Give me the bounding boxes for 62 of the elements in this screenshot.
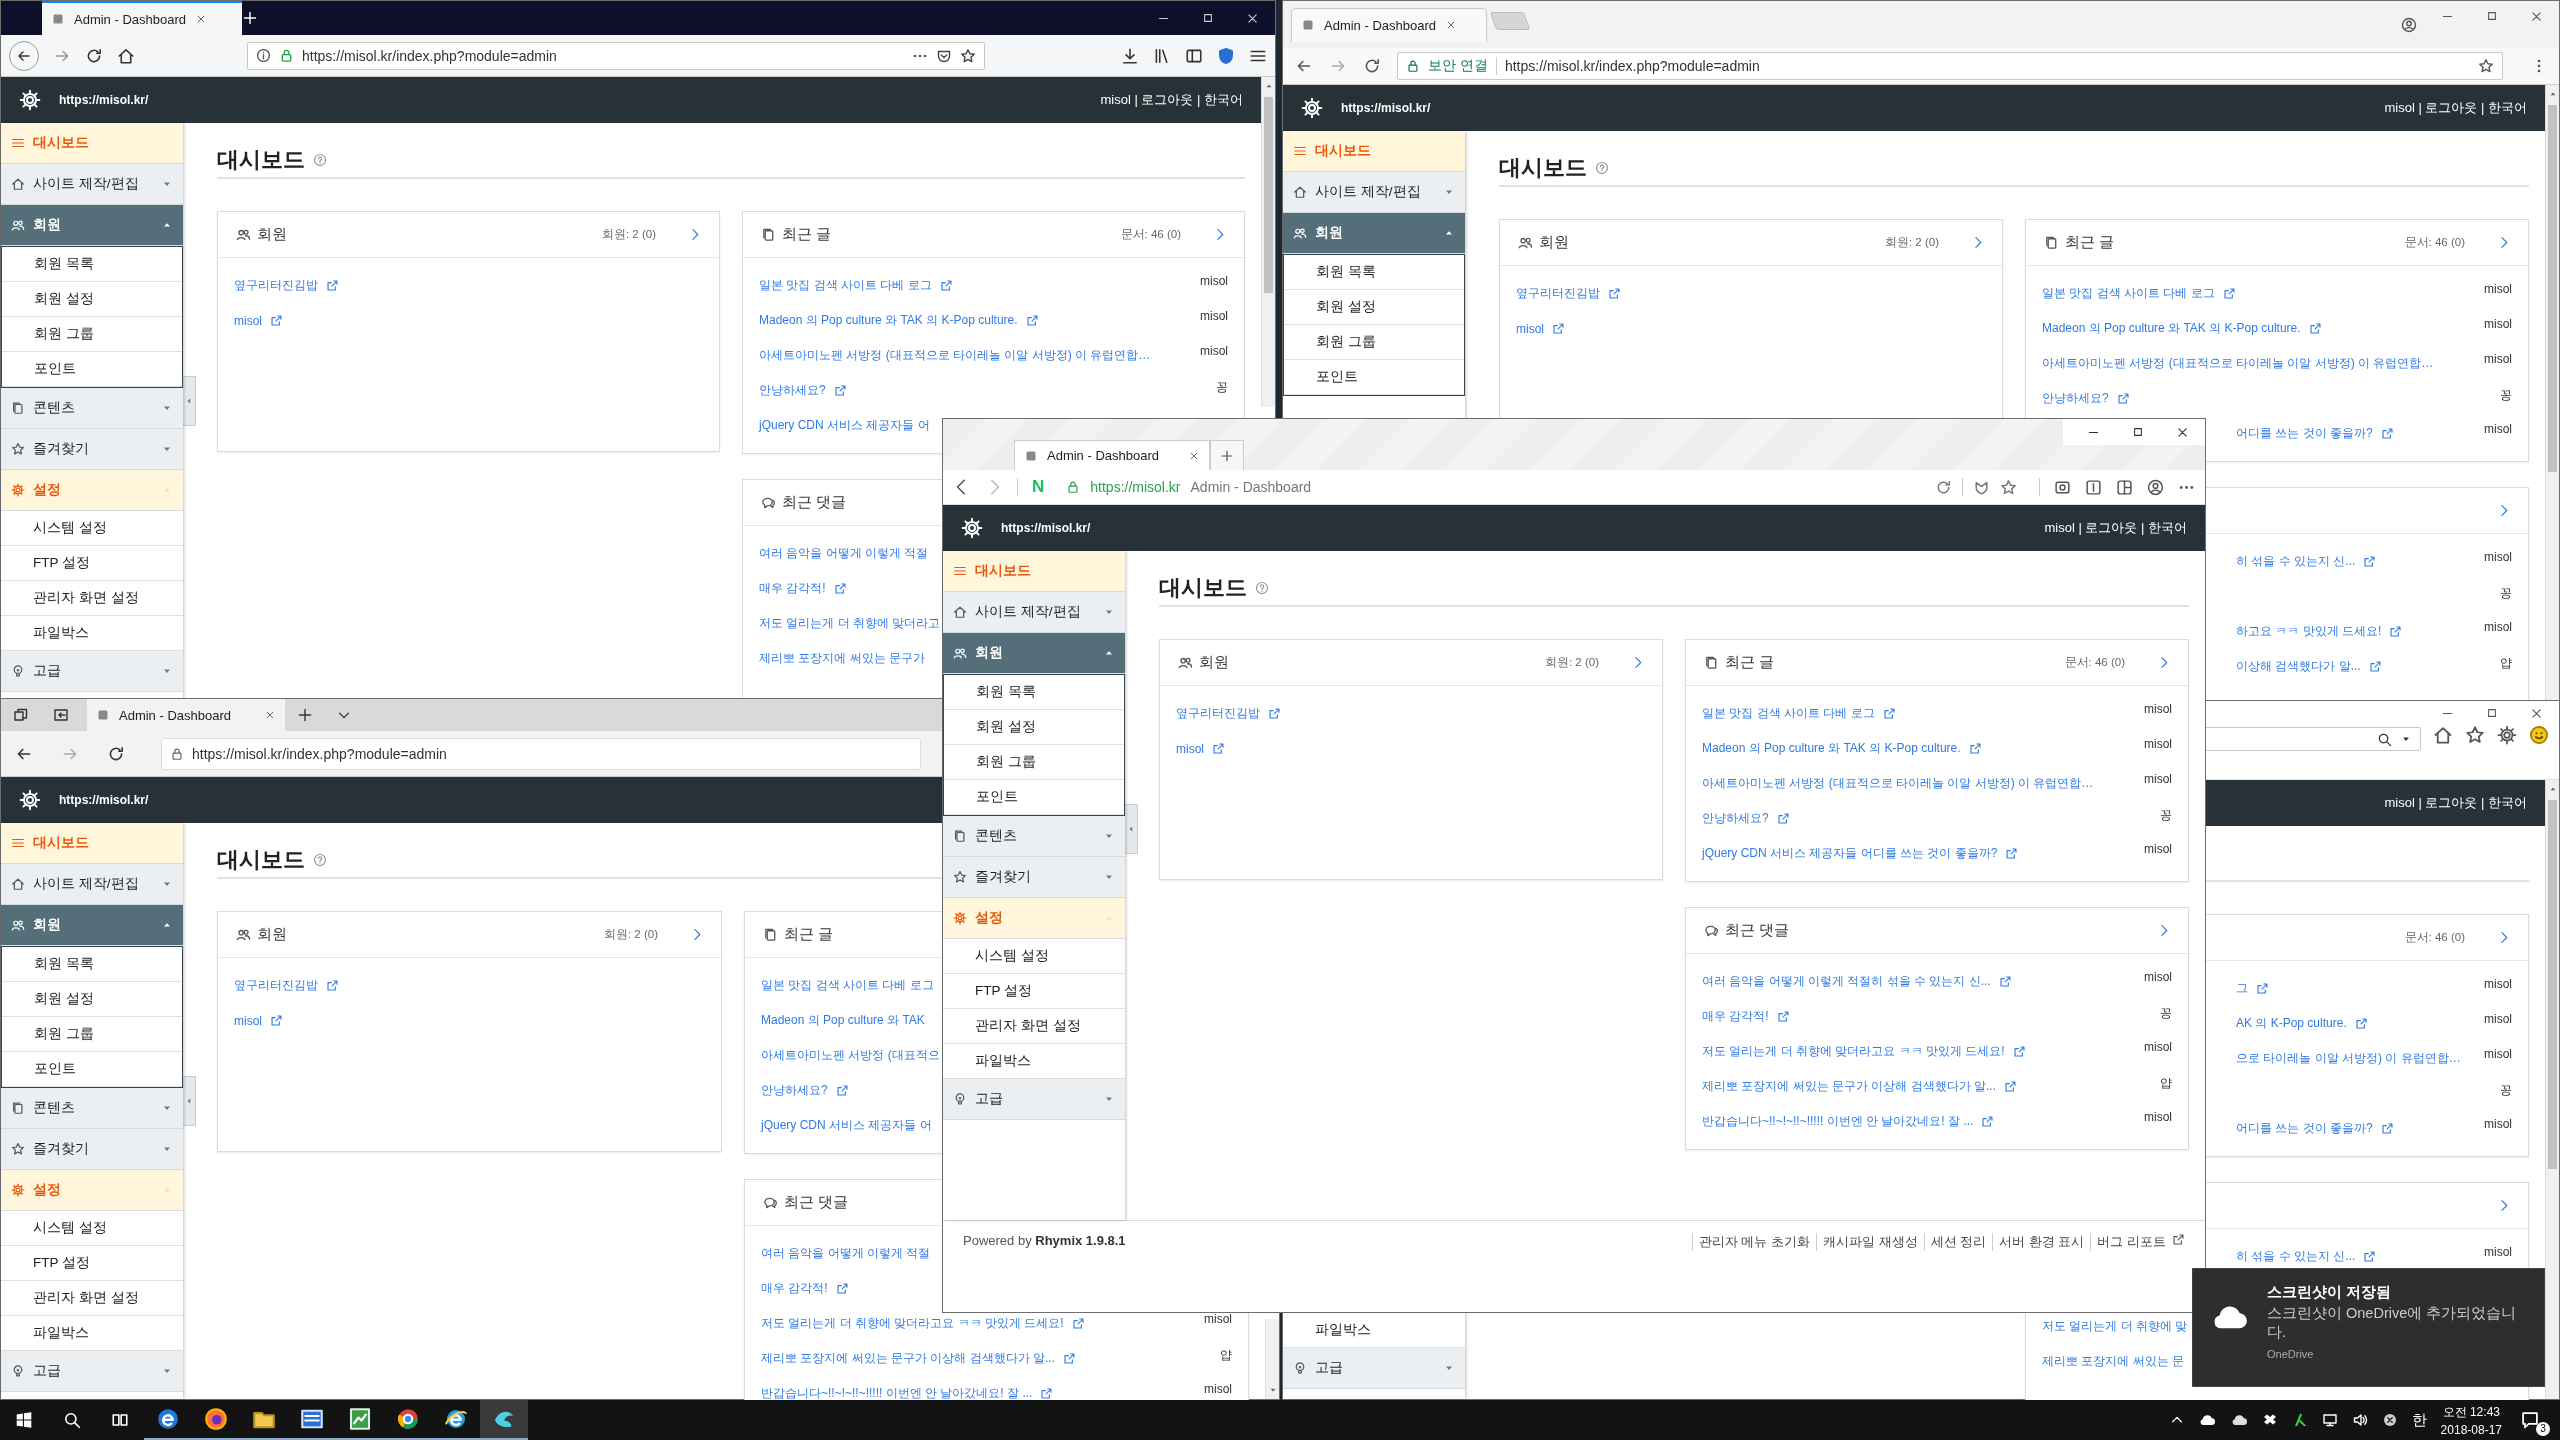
author-name: misol	[2484, 421, 2512, 436]
card-title: 최근 글	[784, 925, 834, 944]
toast-message: 스크린샷이 OneDrive에 추가되었습니다.	[2267, 1304, 2518, 1342]
page-title: 대시보드	[1159, 574, 1247, 602]
author-name: 꽁	[1216, 379, 1228, 396]
card-title: 최근 댓글	[1725, 921, 1790, 940]
page-title: 대시보드	[217, 146, 305, 174]
count-label: 회원: 2 (0)	[601, 227, 656, 242]
author-name: misol	[2484, 549, 2512, 564]
author-name: misol	[2484, 281, 2512, 296]
author-name: misol	[2484, 976, 2512, 991]
author-name: misol	[2484, 1046, 2512, 1061]
author-name: misol	[2144, 701, 2172, 716]
toast-title: 스크린샷이 저장됨	[2267, 1283, 2393, 1302]
count-label: 문서: 46 (0)	[2064, 655, 2125, 670]
author-name: 꽁	[2160, 807, 2172, 824]
powered-by-text: Powered by Rhymix 1.9.8.1	[963, 1233, 1126, 1248]
author-name: 꽁	[2160, 1005, 2172, 1022]
author-name: 꽁	[2500, 1082, 2512, 1099]
author-name: misol	[2484, 619, 2512, 634]
card-title: 최근 글	[1725, 653, 1775, 672]
author-name: 꽁	[2500, 585, 2512, 602]
card-title: 회원	[1539, 233, 1569, 252]
card-title: 최근 글	[782, 225, 832, 244]
author-name: misol	[2144, 969, 2172, 984]
count-label: 문서: 46 (0)	[2404, 235, 2465, 250]
security-label: 보안 연결	[1428, 57, 1488, 75]
card-title: 회원	[257, 225, 287, 244]
page-title: 대시보드	[1499, 154, 1587, 182]
author-name: 얍	[1220, 1347, 1232, 1364]
author-name: misol	[2484, 351, 2512, 366]
count-label: 회원: 2 (0)	[1884, 235, 1939, 250]
author-name: misol	[1204, 1311, 1232, 1326]
card-title: 회원	[257, 925, 287, 944]
author-name: misol	[2144, 1039, 2172, 1054]
author-name: misol	[2144, 736, 2172, 751]
author-name: 꽁	[2500, 387, 2512, 404]
author-name: misol	[2144, 1109, 2172, 1124]
author-name: misol	[2144, 771, 2172, 786]
card-title: 최근 글	[2065, 233, 2115, 252]
author-name: misol	[1200, 273, 1228, 288]
author-name: misol	[2484, 1011, 2512, 1026]
count-label: 문서: 46 (0)	[2404, 930, 2465, 945]
author-name: misol	[2484, 316, 2512, 331]
toast-source: OneDrive	[2267, 1348, 2315, 1360]
author-name: misol	[2484, 1244, 2512, 1259]
count-label: 문서: 46 (0)	[1120, 227, 1181, 242]
author-name: 얍	[2160, 1075, 2172, 1092]
author-name: misol	[2144, 841, 2172, 856]
card-title: 회원	[1199, 653, 1229, 672]
author-name: 얍	[2500, 655, 2512, 672]
author-name: misol	[1204, 1381, 1232, 1396]
author-name: misol	[1200, 343, 1228, 358]
page-title: 대시보드	[217, 846, 305, 874]
author-name: misol	[1200, 308, 1228, 323]
notification-count: 3	[2536, 1422, 2550, 1436]
page-title-text: Admin - Dashboard	[1190, 479, 1312, 495]
card-title: 최근 댓글	[784, 1193, 849, 1212]
count-label: 회원: 2 (0)	[603, 927, 658, 942]
card-title: 최근 댓글	[782, 493, 847, 512]
author-name: misol	[2484, 1116, 2512, 1131]
count-label: 회원: 2 (0)	[1544, 655, 1599, 670]
